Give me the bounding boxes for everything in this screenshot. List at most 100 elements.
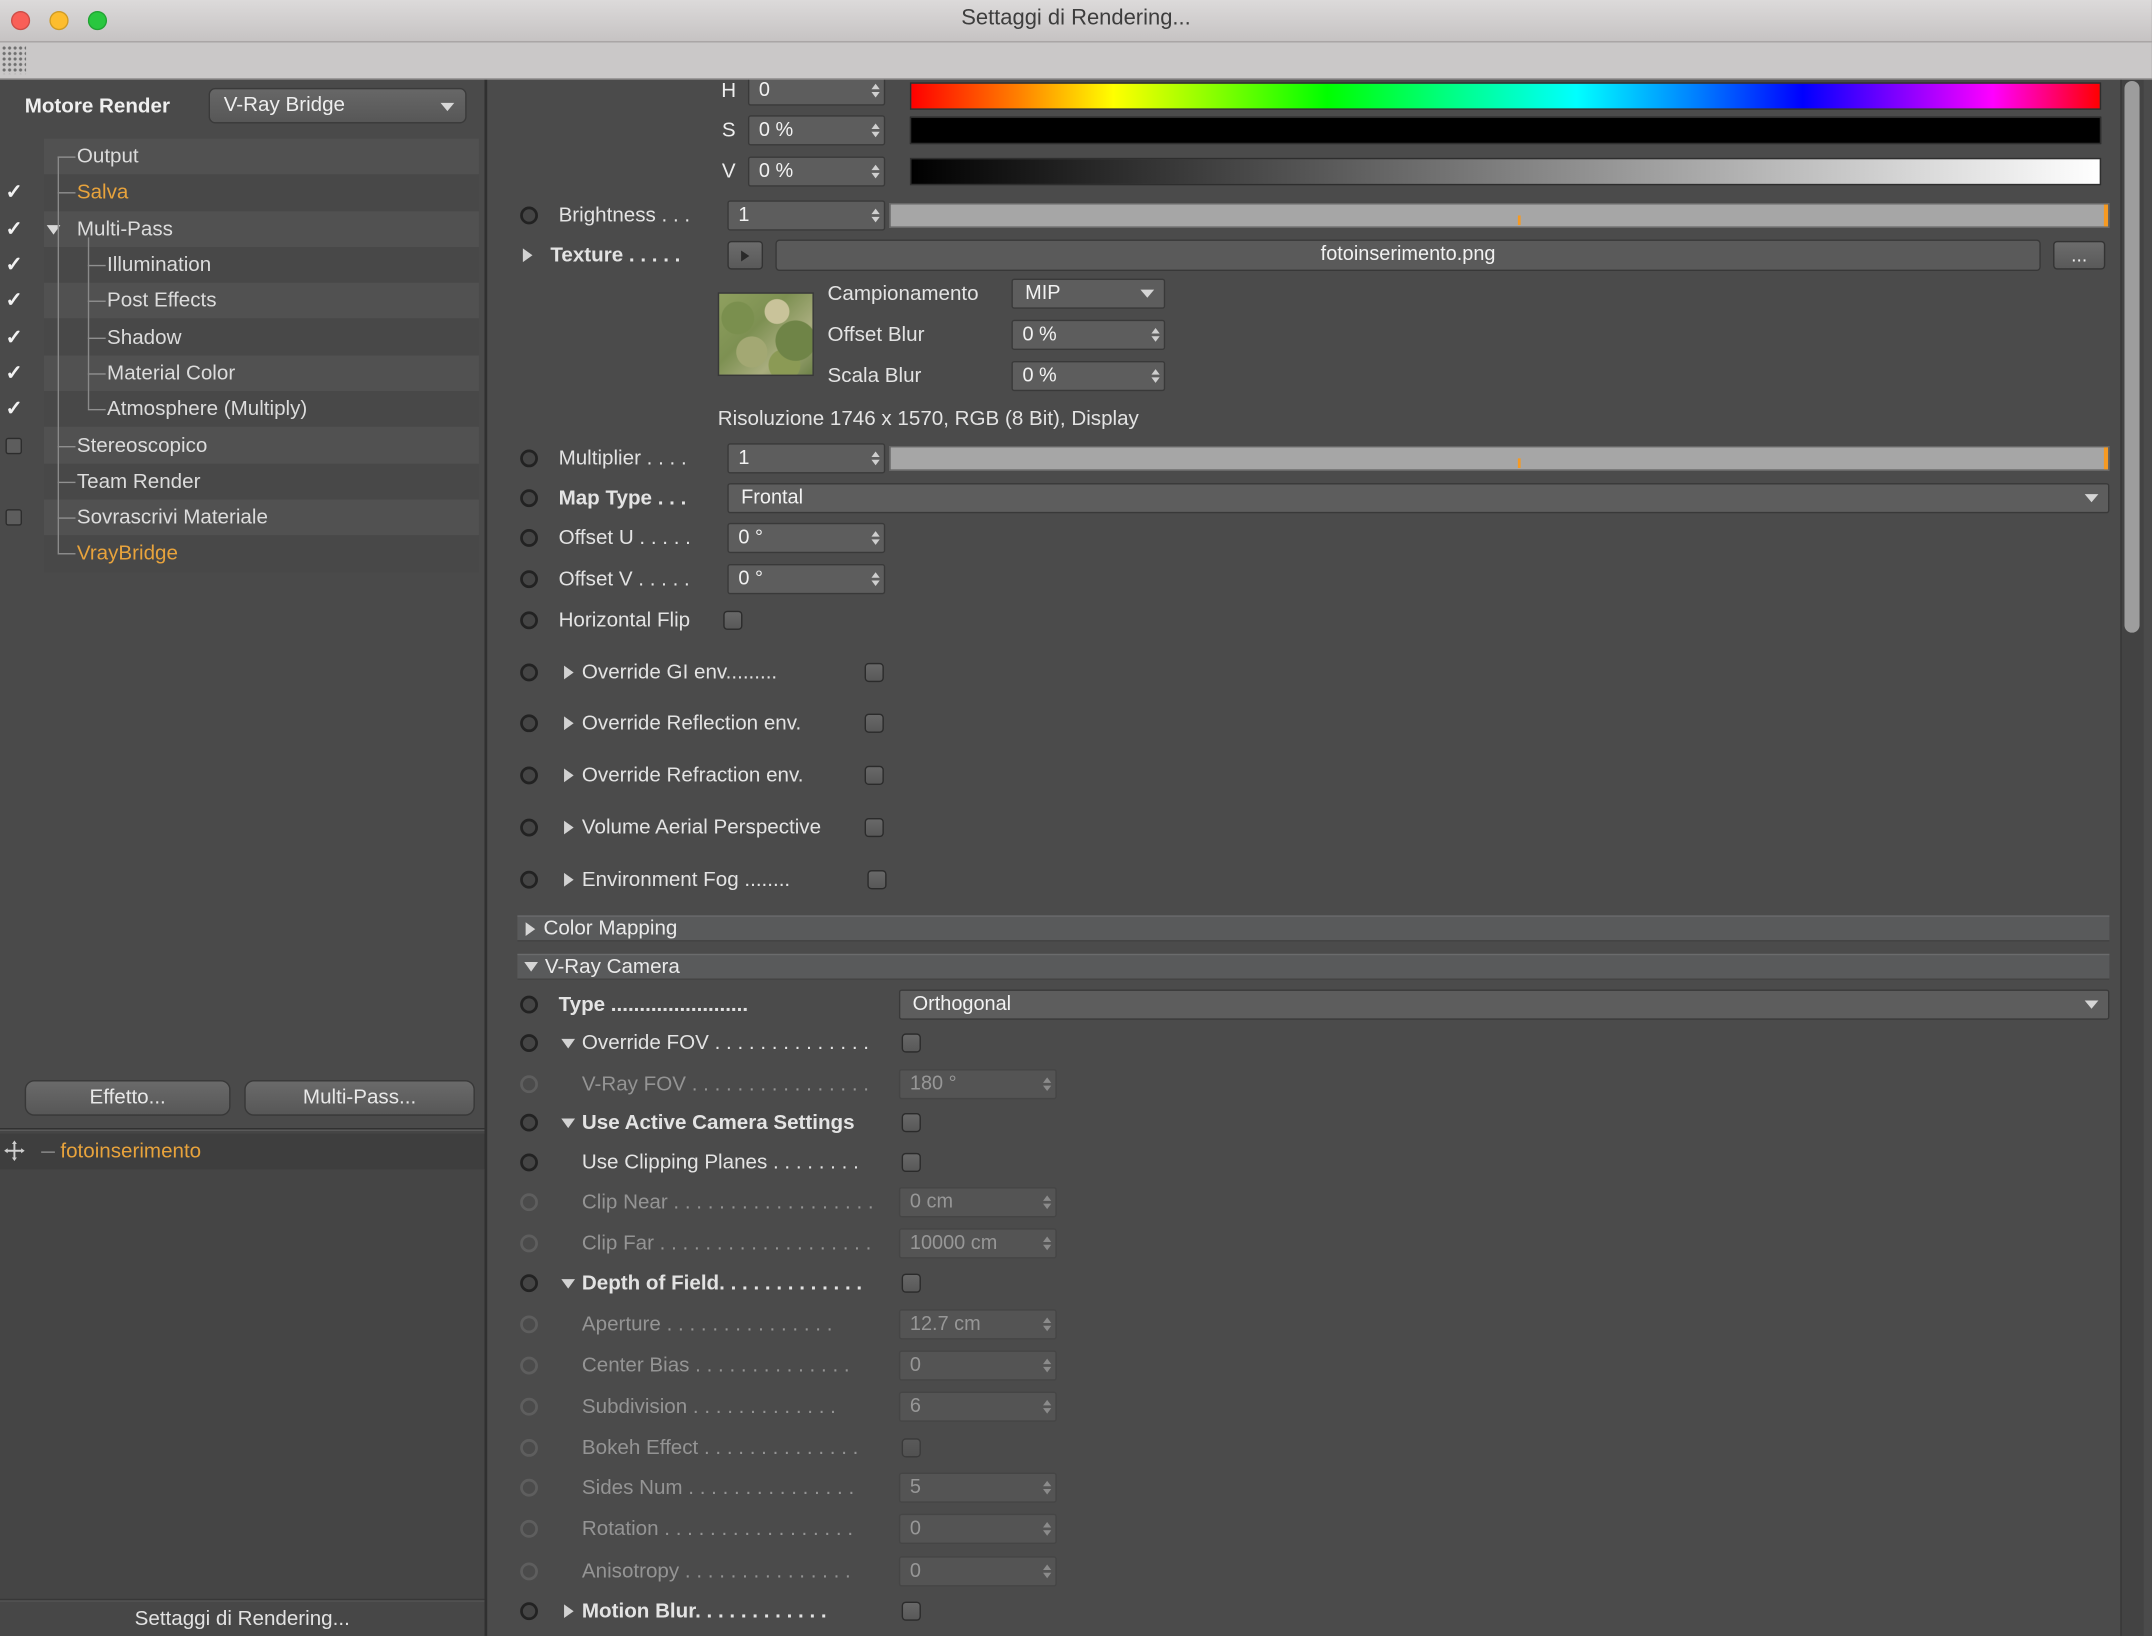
checkbox-unchecked-icon[interactable] — [5, 509, 22, 526]
keyframe-circle-icon[interactable] — [520, 489, 538, 508]
checkbox-unchecked-icon[interactable] — [5, 437, 22, 454]
keyframe-circle-icon[interactable] — [520, 1034, 538, 1052]
tree-row-sovrascrivi-materiale[interactable]: Sovrascrivi Materiale — [0, 499, 487, 536]
collapse-triangle-icon[interactable] — [561, 1038, 576, 1049]
collapse-triangle-icon[interactable] — [561, 1118, 576, 1129]
tree-row-vraybridge[interactable]: VrayBridge — [0, 535, 487, 572]
check-icon[interactable] — [5, 219, 22, 240]
check-icon[interactable] — [5, 182, 22, 203]
keyframe-circle-icon[interactable] — [520, 818, 538, 837]
override-reflection-checkbox[interactable] — [864, 713, 884, 733]
check-icon[interactable] — [5, 327, 22, 348]
motion-blur-checkbox[interactable] — [901, 1601, 921, 1621]
tree-row-output[interactable]: Output — [0, 138, 487, 175]
offset-v-field[interactable]: 0 ° — [727, 564, 886, 595]
keyframe-circle-icon[interactable] — [520, 1602, 538, 1621]
keyframe-circle-icon[interactable] — [520, 206, 538, 225]
expander-triangle-icon[interactable] — [564, 1604, 574, 1619]
check-icon[interactable] — [5, 399, 22, 420]
browse-button[interactable]: ... — [2053, 240, 2106, 270]
multiplier-field[interactable]: 1 — [727, 443, 886, 474]
section-color-mapping[interactable]: Color Mapping — [517, 915, 2110, 942]
check-icon[interactable] — [5, 291, 22, 312]
stepper-arrows-icon[interactable] — [871, 83, 880, 98]
stepper-arrows-icon[interactable] — [871, 451, 880, 466]
keyframe-circle-icon[interactable] — [520, 663, 538, 682]
tree-row-atmosphere[interactable]: Atmosphere (Multiply) — [0, 391, 487, 428]
h-field[interactable]: 0 — [747, 78, 886, 106]
sampling-dropdown[interactable]: MIP — [1011, 278, 1166, 309]
camera-type-dropdown[interactable]: Orthogonal — [898, 989, 2110, 1020]
stepper-arrows-icon[interactable] — [871, 208, 880, 223]
render-engine-dropdown[interactable]: V-Ray Bridge — [208, 87, 467, 124]
horizontal-flip-checkbox[interactable] — [723, 610, 743, 630]
saturation-gradient-bar[interactable] — [909, 116, 2102, 145]
map-type-dropdown[interactable]: Frontal — [727, 483, 2110, 514]
override-refraction-checkbox[interactable] — [864, 765, 884, 786]
value-gradient-bar[interactable] — [909, 157, 2102, 186]
expander-triangle-icon[interactable] — [522, 248, 533, 263]
brightness-field[interactable]: 1 — [727, 200, 886, 231]
stepper-arrows-icon[interactable] — [871, 531, 880, 545]
keyframe-circle-icon[interactable] — [520, 1274, 538, 1293]
tree-row-multi-pass[interactable]: Multi-Pass — [0, 210, 487, 247]
expander-triangle-icon[interactable] — [564, 872, 574, 887]
environment-fog-checkbox[interactable] — [867, 870, 887, 890]
depth-of-field-checkbox[interactable] — [901, 1273, 921, 1293]
titlebar[interactable]: Settaggi di Rendering... — [0, 0, 2152, 43]
keyframe-circle-icon[interactable] — [520, 766, 538, 785]
scale-blur-field[interactable]: 0 % — [1011, 360, 1166, 392]
tree-row-post-effects[interactable]: Post Effects — [0, 282, 487, 320]
keyframe-circle-icon[interactable] — [520, 611, 538, 630]
texture-file-field[interactable]: fotoinserimento.png — [775, 239, 2041, 272]
s-field[interactable]: 0 % — [747, 115, 886, 146]
tree-row-salva[interactable]: Salva — [0, 174, 487, 211]
keyframe-circle-icon[interactable] — [520, 870, 538, 889]
collapse-triangle-icon[interactable] — [561, 1279, 576, 1289]
offset-blur-field[interactable]: 0 % — [1011, 319, 1166, 350]
clip-far-row: Clip Far . . . . . . . . . . . . . . . .… — [487, 1227, 2111, 1260]
stepper-arrows-icon[interactable] — [871, 123, 880, 138]
keyframe-circle-icon[interactable] — [520, 529, 538, 547]
check-icon[interactable] — [5, 363, 22, 384]
tree-row-stereoscopico[interactable]: Stereoscopico — [0, 427, 487, 464]
drag-handle-icon[interactable] — [1, 45, 27, 75]
stepper-arrows-icon[interactable] — [871, 164, 880, 179]
expander-triangle-icon[interactable] — [564, 665, 574, 680]
stepper-arrows-icon[interactable] — [1151, 328, 1160, 342]
section-vray-camera[interactable]: V-Ray Camera — [517, 953, 2110, 980]
keyframe-circle-icon[interactable] — [520, 570, 538, 589]
tree-row-illumination[interactable]: Illumination — [0, 246, 487, 283]
keyframe-circle-icon[interactable] — [520, 714, 538, 733]
use-active-camera-checkbox[interactable] — [901, 1113, 921, 1133]
override-gi-checkbox[interactable] — [864, 662, 884, 683]
vertical-scrollbar[interactable] — [2120, 78, 2144, 1636]
scrollbar-thumb[interactable] — [2124, 80, 2140, 633]
tree-row-team-render[interactable]: Team Render — [0, 463, 487, 500]
keyframe-circle-icon[interactable] — [520, 1113, 538, 1132]
multiplier-slider[interactable] — [889, 446, 2110, 471]
keyframe-circle-icon[interactable] — [520, 1153, 538, 1172]
material-item-row[interactable]: fotoinserimento — [0, 1133, 485, 1170]
tree-row-shadow[interactable]: Shadow — [0, 319, 487, 356]
expander-triangle-icon[interactable] — [564, 768, 574, 783]
stepper-arrows-icon[interactable] — [1151, 369, 1160, 383]
effect-button[interactable]: Effetto... — [24, 1080, 231, 1116]
check-icon[interactable] — [5, 255, 22, 276]
texture-popup-button[interactable] — [727, 240, 764, 270]
offset-u-field[interactable]: 0 ° — [727, 522, 886, 554]
v-field[interactable]: 0 % — [747, 156, 886, 187]
expander-triangle-icon[interactable] — [564, 820, 574, 835]
multipass-button[interactable]: Multi-Pass... — [244, 1080, 475, 1116]
tree-row-material-color[interactable]: Material Color — [0, 355, 487, 392]
use-clipping-checkbox[interactable] — [901, 1152, 921, 1173]
override-fov-checkbox[interactable] — [901, 1033, 921, 1053]
stepper-arrows-icon[interactable] — [871, 572, 880, 587]
keyframe-circle-icon[interactable] — [520, 995, 538, 1014]
expander-triangle-icon[interactable] — [564, 716, 574, 731]
hue-gradient-bar[interactable] — [909, 82, 2102, 110]
motion-blur-label: Motion Blur. . . . . . . . . . . . — [581, 1599, 827, 1623]
brightness-slider[interactable] — [889, 203, 2110, 228]
keyframe-circle-icon[interactable] — [520, 449, 538, 468]
volume-aerial-checkbox[interactable] — [864, 817, 884, 838]
